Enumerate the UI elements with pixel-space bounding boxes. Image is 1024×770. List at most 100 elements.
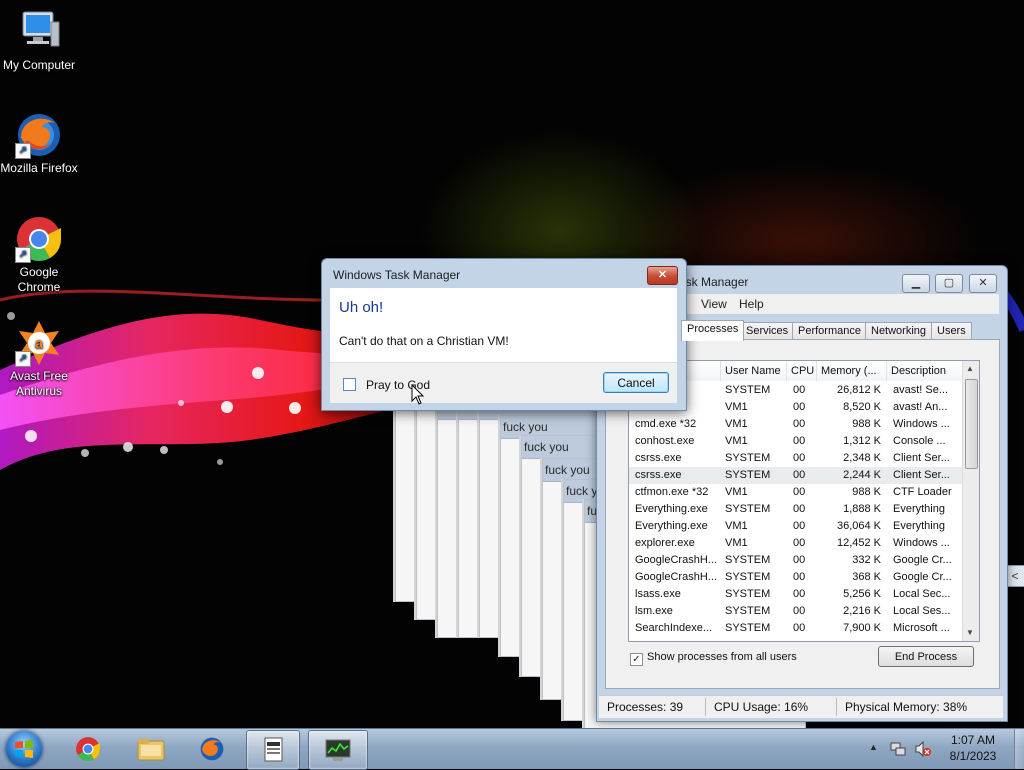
network-icon[interactable] [890, 741, 906, 757]
desktop-icon-label: Google Chrome [17, 265, 61, 294]
process-user: VM1 [725, 435, 748, 447]
desktop-icon-label: Mozilla Firefox [0, 161, 78, 175]
tab-users[interactable]: Users [931, 322, 972, 340]
process-description: Everything [893, 503, 945, 515]
process-cpu: 00 [793, 520, 806, 532]
taskbar-document-app[interactable] [246, 730, 300, 770]
shortcut-arrow-icon: ↗ [15, 351, 31, 367]
status-bar: Processes: 39 CPU Usage: 16% Physical Me… [599, 695, 1003, 718]
process-name: GoogleCrashH... [635, 554, 717, 566]
process-name: csrss.exe [635, 469, 682, 481]
process-memory: 332 K [852, 554, 881, 566]
process-description: Local Ses... [893, 605, 951, 617]
process-user: VM1 [725, 486, 748, 498]
process-description: Windows ... [893, 537, 950, 549]
tab-services[interactable]: Services [740, 322, 795, 340]
windows-logo-icon [15, 740, 33, 758]
checkbox-unchecked-icon[interactable] [343, 378, 356, 391]
process-cpu: 00 [793, 554, 806, 566]
process-user: VM1 [725, 418, 748, 430]
process-memory: 2,244 K [843, 469, 881, 481]
show-desktop-button[interactable] [1014, 729, 1024, 769]
process-row[interactable]: Everything.exe VM1 00 36,064 K Everything [629, 518, 963, 535]
process-cpu: 00 [793, 588, 806, 600]
process-row[interactable]: Everything.exe SYSTEM 00 1,888 K Everything [629, 501, 963, 518]
taskbar-task-manager[interactable] [308, 730, 368, 770]
process-user: SYSTEM [725, 554, 771, 566]
volume-muted-icon[interactable] [914, 740, 932, 758]
process-row[interactable]: explorer.exe VM1 00 12,452 K Windows ... [629, 535, 963, 552]
process-name: Everything.exe [635, 503, 708, 515]
desktop-icon-chrome[interactable]: ↗ Google Chrome [0, 215, 78, 295]
spam-window-title: fuck you [503, 420, 548, 434]
minimize-button[interactable]: ▁ [902, 274, 930, 293]
process-user: SYSTEM [725, 622, 771, 634]
process-memory: 368 K [852, 571, 881, 583]
dialog-message: Can't do that on a Christian VM! [339, 334, 509, 348]
process-row[interactable]: conhost.exe VM1 00 1,312 K Console ... [629, 433, 963, 450]
process-row[interactable]: GoogleCrashH... SYSTEM 00 332 K Google Cr... [629, 552, 963, 569]
process-memory: 5,256 K [843, 588, 881, 600]
computer-icon [15, 8, 63, 56]
show-hidden-icons-icon[interactable]: ▲ [869, 742, 878, 752]
tab-processes[interactable]: Processes [681, 320, 745, 341]
desktop-icon-my-computer[interactable]: My Computer [0, 8, 78, 73]
process-row[interactable]: SearchIndexe... SYSTEM 00 7,900 K Microsoft … [629, 620, 963, 637]
task-manager-icon [324, 737, 351, 763]
scroll-thumb[interactable] [965, 379, 978, 469]
system-clock[interactable]: 1:07 AM 8/1/2023 [940, 732, 1006, 764]
desktop-icon-label: My Computer [2, 58, 76, 72]
end-process-button[interactable]: End Process [878, 646, 974, 667]
process-name: lsass.exe [635, 588, 681, 600]
taskbar-chrome[interactable] [62, 730, 114, 768]
dialog-footer: Pray to God Cancel [330, 362, 677, 403]
dialog-close-button[interactable]: ✕ [647, 266, 678, 285]
clock-date: 8/1/2023 [949, 749, 997, 763]
process-user: VM1 [725, 537, 748, 549]
desktop-icon-avast[interactable]: a ↗ Avast Free Antivirus [0, 319, 78, 399]
process-user: SYSTEM [725, 384, 771, 396]
process-row[interactable]: csrss.exe SYSTEM 00 2,244 K Client Ser... [629, 467, 963, 484]
process-description: Everything [893, 520, 945, 532]
close-button[interactable]: ✕ [969, 274, 997, 293]
process-row[interactable]: ctfmon.exe *32 VM1 00 988 K CTF Loader [629, 484, 963, 501]
scroll-down-icon[interactable]: ▼ [966, 628, 974, 637]
process-row[interactable]: lsm.exe SYSTEM 00 2,216 K Local Ses... [629, 603, 963, 620]
start-button[interactable] [6, 731, 42, 767]
process-description: CTF Loader [893, 486, 952, 498]
column-header-memory[interactable]: Memory (... [817, 361, 887, 381]
column-header-cpu[interactable]: CPU [787, 361, 817, 381]
process-user: VM1 [725, 520, 748, 532]
menu-help[interactable]: Help [739, 297, 764, 311]
taskbar-explorer[interactable] [124, 730, 176, 768]
taskbar-firefox[interactable] [186, 730, 238, 768]
column-header-user[interactable]: User Name [721, 361, 787, 381]
process-row[interactable]: GoogleCrashH... SYSTEM 00 368 K Google Cr... [629, 569, 963, 586]
scroll-up-icon[interactable]: ▲ [966, 364, 974, 373]
svg-text:a: a [35, 335, 43, 351]
process-cpu: 00 [793, 469, 806, 481]
process-memory: 2,348 K [843, 452, 881, 464]
process-row[interactable]: cmd.exe *32 VM1 00 988 K Windows ... [629, 416, 963, 433]
document-icon [260, 737, 286, 763]
process-cpu: 00 [793, 418, 806, 430]
checkbox-checked-icon[interactable]: ✓ [630, 653, 643, 666]
desktop-icon-firefox[interactable]: ↗ Mozilla Firefox [0, 111, 78, 176]
desktop-icon-label: Avast Free Antivirus [10, 369, 68, 398]
vertical-scrollbar[interactable]: ▲ ▼ [962, 361, 979, 641]
spam-window-title: fuck y [566, 484, 598, 498]
error-dialog[interactable]: Windows Task Manager ✕ Uh oh! Can't do t… [321, 258, 687, 411]
cancel-button[interactable]: Cancel [603, 372, 669, 393]
process-name: SearchIndexe... [635, 622, 713, 634]
show-all-label: Show processes from all users [647, 651, 797, 663]
spam-window-title: fuck you [524, 440, 569, 454]
show-all-processes-checkbox[interactable]: ✓ Show processes from all users [630, 651, 797, 666]
column-header-description[interactable]: Description [887, 361, 963, 381]
dialog-heading: Uh oh! [339, 299, 384, 316]
tab-networking[interactable]: Networking [865, 322, 933, 340]
tab-performance[interactable]: Performance [792, 322, 867, 340]
maximize-button[interactable]: ▢ [935, 274, 963, 293]
menu-view[interactable]: View [701, 297, 727, 311]
process-row[interactable]: csrss.exe SYSTEM 00 2,348 K Client Ser... [629, 450, 963, 467]
process-row[interactable]: lsass.exe SYSTEM 00 5,256 K Local Sec... [629, 586, 963, 603]
